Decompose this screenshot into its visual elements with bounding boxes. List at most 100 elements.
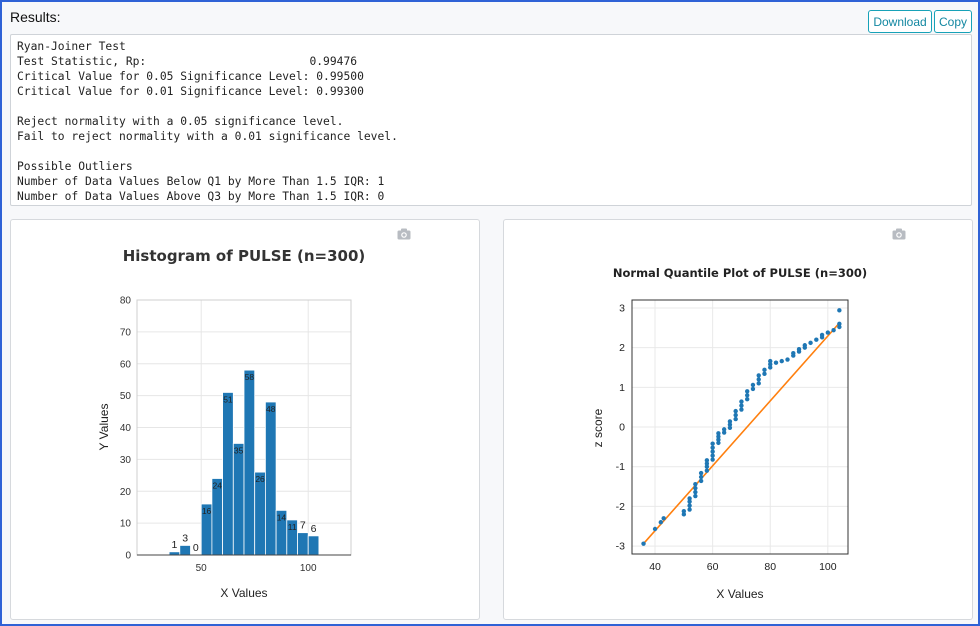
y-tick-label: 0 bbox=[125, 551, 131, 562]
data-point bbox=[768, 358, 773, 364]
bar-data-label: 1 bbox=[172, 539, 178, 551]
histogram-bar bbox=[232, 443, 245, 556]
output-line: Number of Data Values Below Q1 by More T… bbox=[17, 175, 385, 188]
output-line: Reject normality with a 0.05 significanc… bbox=[17, 115, 344, 128]
histogram-bar bbox=[243, 369, 256, 556]
y-tick-label: 30 bbox=[120, 455, 132, 466]
data-point bbox=[687, 507, 692, 512]
data-point bbox=[698, 474, 704, 480]
y-axis-title: Y Values bbox=[97, 404, 111, 451]
data-point bbox=[710, 449, 715, 454]
histogram-bar bbox=[179, 545, 191, 556]
x-axis-title: X Values bbox=[716, 587, 763, 601]
data-point bbox=[693, 489, 698, 495]
data-point bbox=[733, 416, 738, 422]
histogram-bar bbox=[307, 535, 320, 556]
data-point bbox=[808, 340, 813, 346]
data-point bbox=[710, 457, 715, 462]
data-point bbox=[762, 367, 767, 373]
output-line: Critical Value for 0.01 Significance Lev… bbox=[17, 85, 364, 98]
data-point bbox=[710, 441, 715, 446]
data-point bbox=[819, 332, 825, 338]
bar-data-label: 14 bbox=[277, 512, 287, 522]
data-point bbox=[796, 347, 802, 352]
y-tick-label: -2 bbox=[616, 501, 625, 513]
histogram-bar bbox=[264, 401, 277, 556]
y-axis-title: z score bbox=[591, 408, 605, 447]
y-tick-label: 60 bbox=[120, 359, 132, 370]
output-line: Ryan-Joiner Test bbox=[17, 40, 126, 53]
bar-data-label: 11 bbox=[288, 522, 297, 532]
data-point bbox=[658, 520, 663, 525]
results-label: Results: bbox=[10, 9, 61, 25]
histogram-bar bbox=[222, 392, 234, 556]
copy-button[interactable]: Copy bbox=[934, 10, 972, 33]
data-point bbox=[756, 381, 761, 386]
output-line: Fail to reject normality with a 0.01 sig… bbox=[17, 130, 398, 143]
data-point bbox=[661, 516, 666, 521]
data-point bbox=[745, 397, 750, 402]
data-point bbox=[687, 496, 692, 501]
y-tick-label: 20 bbox=[120, 487, 132, 498]
bar-data-label: 0 bbox=[193, 542, 199, 554]
y-tick-label: -3 bbox=[616, 541, 625, 553]
data-point bbox=[814, 337, 819, 342]
fit-line bbox=[642, 322, 840, 545]
data-point bbox=[756, 373, 761, 378]
data-point bbox=[791, 350, 796, 356]
bar-data-label: 26 bbox=[255, 474, 265, 484]
data-point bbox=[750, 386, 756, 392]
bar-data-label: 16 bbox=[202, 506, 212, 516]
output-line: Test Statistic, Rp: 0.99476 bbox=[17, 55, 358, 68]
data-point bbox=[716, 431, 721, 436]
data-point bbox=[710, 445, 715, 450]
y-tick-label: 0 bbox=[619, 422, 625, 434]
chart-title: Normal Quantile Plot of PULSE (n=300) bbox=[613, 266, 867, 280]
data-point bbox=[837, 321, 842, 327]
histogram-bar bbox=[254, 471, 266, 556]
y-tick-label: 80 bbox=[120, 296, 132, 307]
test-output-text: Ryan-Joiner Test Test Statistic, Rp: 0.9… bbox=[10, 34, 972, 206]
data-point bbox=[698, 478, 704, 484]
output-line: Possible Outliers bbox=[17, 160, 133, 173]
data-point bbox=[837, 308, 842, 313]
data-point bbox=[750, 382, 756, 388]
y-tick-label: 40 bbox=[120, 423, 132, 434]
output-line: Number of Data Values Above Q3 by More T… bbox=[17, 190, 385, 203]
bar-data-label: 48 bbox=[266, 404, 276, 414]
output-line: Critical Value for 0.05 Significance Lev… bbox=[17, 70, 364, 83]
data-point bbox=[733, 408, 738, 414]
data-point bbox=[756, 377, 761, 382]
download-button[interactable]: Download bbox=[868, 10, 932, 33]
chart-title: Histogram of PULSE (n=300) bbox=[123, 247, 366, 265]
bar-data-label: 24 bbox=[213, 481, 223, 491]
data-point bbox=[704, 468, 710, 473]
y-tick-label: 50 bbox=[120, 391, 132, 402]
data-point bbox=[779, 358, 784, 364]
quantile-plot-panel: -3 -2 -1 0 1 2 3 40 60 80 100 Normal Quantile Plot … bbox=[503, 219, 973, 620]
bar-data-label: 35 bbox=[234, 445, 244, 455]
data-point bbox=[739, 407, 744, 412]
data-point bbox=[739, 399, 744, 404]
data-point bbox=[802, 343, 807, 348]
x-tick-label: 100 bbox=[819, 561, 837, 573]
data-point bbox=[727, 419, 733, 424]
data-point bbox=[739, 403, 744, 408]
data-point bbox=[745, 393, 750, 398]
bar-data-label: 3 bbox=[182, 532, 188, 544]
data-point bbox=[773, 360, 779, 365]
data-point bbox=[745, 389, 750, 394]
x-tick-label: 100 bbox=[300, 563, 317, 574]
data-point bbox=[681, 508, 687, 514]
data-point bbox=[825, 330, 831, 335]
data-point bbox=[641, 541, 646, 546]
y-tick-label: 10 bbox=[120, 519, 132, 530]
data-point bbox=[733, 412, 738, 418]
x-axis-title: X Values bbox=[220, 586, 267, 600]
bar-data-label: 58 bbox=[245, 372, 255, 382]
data-point bbox=[652, 526, 658, 532]
histogram-bar bbox=[297, 532, 309, 556]
bar-data-label: 6 bbox=[311, 523, 317, 535]
data-point bbox=[721, 427, 727, 432]
data-point bbox=[831, 327, 836, 333]
